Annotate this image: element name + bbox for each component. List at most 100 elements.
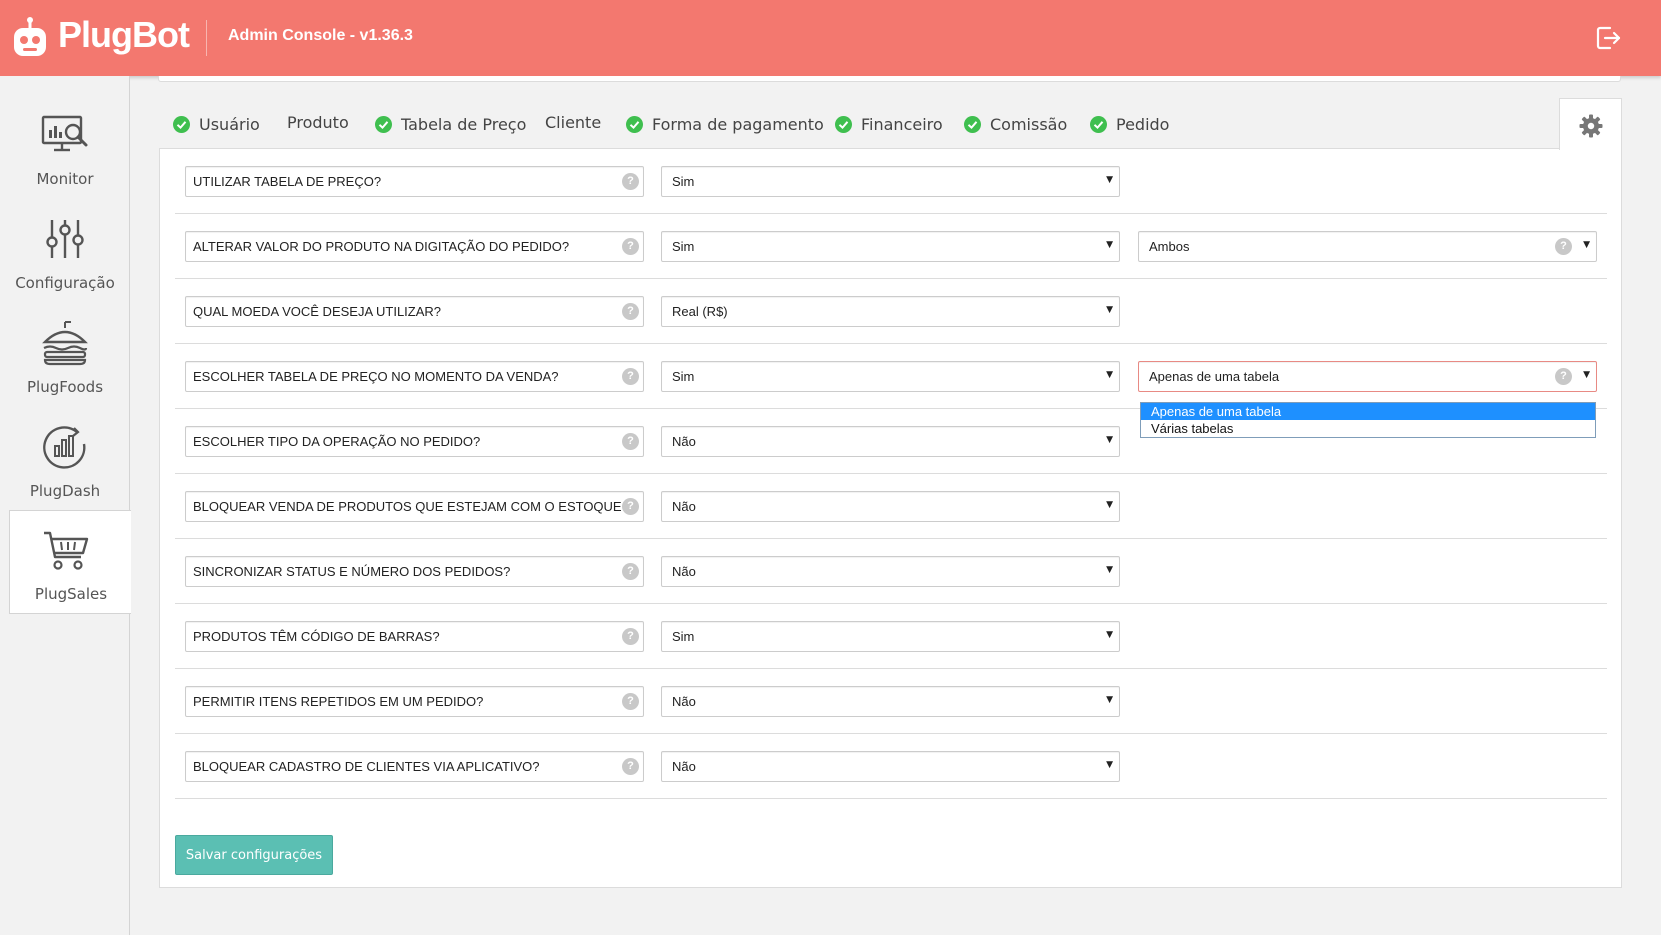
chevron-down-icon: ▼ [1583, 240, 1590, 250]
answer-select[interactable]: Não ▼ [661, 491, 1120, 522]
tab-bar: Usuário Produto Tabela de Preço Cliente … [160, 100, 1560, 148]
help-icon[interactable]: ? [622, 173, 639, 190]
settings-panel: UTILIZAR TABELA DE PREÇO? ? Sim ▼ ALTERA… [159, 148, 1622, 888]
answer-select[interactable]: Sim ▼ [661, 166, 1120, 197]
setting-row: ESCOLHER TABELA DE PREÇO NO MOMENTO DA V… [175, 344, 1607, 409]
tab-cliente[interactable]: Cliente [545, 98, 601, 146]
save-settings-button[interactable]: Salvar configurações [175, 835, 333, 875]
sliders-icon [46, 220, 84, 258]
select-value: Sim [672, 629, 695, 644]
tab-forma-de-pagamento[interactable]: Forma de pagamento [626, 100, 824, 148]
check-circle-icon [1090, 115, 1107, 133]
help-icon[interactable]: ? [622, 758, 639, 775]
tab-label: Cliente [545, 112, 602, 132]
gear-icon [1579, 114, 1603, 138]
console-title: Admin Console - v1.36.3 [228, 27, 413, 44]
answer-select[interactable]: Não ▼ [661, 686, 1120, 717]
answer-select[interactable]: Não ▼ [661, 556, 1120, 587]
answer-select[interactable]: Sim ▼ [661, 231, 1120, 262]
help-icon[interactable]: ? [622, 563, 639, 580]
tab-financeiro[interactable]: Financeiro [835, 100, 943, 148]
tab-usuario[interactable]: Usuário [173, 100, 260, 148]
select-value: Não [672, 564, 696, 579]
logout-icon[interactable] [1594, 24, 1622, 52]
tab-produto[interactable]: Produto [287, 98, 349, 146]
help-icon[interactable]: ? [622, 238, 639, 255]
answer-select[interactable]: Sim ▼ [661, 361, 1120, 392]
sidebar-label-configuracao: Configuração [15, 274, 115, 292]
header-divider [206, 20, 207, 56]
tab-label: Forma de pagamento [652, 114, 824, 134]
question-field: PRODUTOS TÊM CÓDIGO DE BARRAS? ? [185, 621, 644, 652]
select-value: Não [672, 499, 696, 514]
help-icon[interactable]: ? [1555, 238, 1572, 255]
tab-label: Produto [287, 112, 349, 132]
help-icon[interactable]: ? [622, 303, 639, 320]
question-text: UTILIZAR TABELA DE PREÇO? [193, 174, 382, 189]
check-circle-icon [375, 115, 392, 133]
dropdown-option[interactable]: Várias tabelas [1141, 420, 1595, 437]
chevron-down-icon: ▼ [1106, 565, 1113, 575]
select-value: Real (R$) [672, 304, 728, 319]
question-field: ALTERAR VALOR DO PRODUTO NA DIGITAÇÃO DO… [185, 231, 644, 262]
question-field: SINCRONIZAR STATUS E NÚMERO DOS PEDIDOS?… [185, 556, 644, 587]
extra-option-select[interactable]: Apenas de uma tabela ? ▼ [1138, 361, 1597, 392]
help-icon[interactable]: ? [622, 368, 639, 385]
chevron-down-icon: ▼ [1583, 370, 1590, 380]
question-field: BLOQUEAR CADASTRO DE CLIENTES VIA APLICA… [185, 751, 644, 782]
question-text: ESCOLHER TABELA DE PREÇO NO MOMENTO DA V… [193, 369, 559, 384]
question-field: BLOQUEAR VENDA DE PRODUTOS QUE ESTEJAM C… [185, 491, 644, 522]
sidebar-item-plugdash[interactable]: PlugDash [0, 408, 130, 512]
question-field: PERMITIR ITENS REPETIDOS EM UM PEDIDO? ? [185, 686, 644, 717]
sidebar-item-configuracao[interactable]: Configuração [0, 200, 130, 304]
check-circle-icon [626, 115, 643, 133]
brand-logo-text: PlugBot [58, 14, 190, 55]
help-icon[interactable]: ? [622, 693, 639, 710]
sidebar-item-monitor[interactable]: Monitor [0, 96, 130, 200]
burger-icon [42, 321, 88, 366]
question-text: BLOQUEAR VENDA DE PRODUTOS QUE ESTEJAM C… [193, 499, 622, 514]
dropdown-list: Apenas de uma tabela Várias tabelas [1140, 402, 1596, 438]
tab-label: Comissão [990, 114, 1068, 134]
chevron-down-icon: ▼ [1106, 175, 1113, 185]
sidebar: Monitor Configuração PlugFoods PlugDash … [0, 76, 131, 935]
help-icon[interactable]: ? [622, 628, 639, 645]
chevron-down-icon: ▼ [1106, 305, 1113, 315]
answer-select[interactable]: Não ▼ [661, 426, 1120, 457]
tab-comissao[interactable]: Comissão [964, 100, 1067, 148]
select-value: Sim [672, 174, 695, 189]
dropdown-option[interactable]: Apenas de uma tabela [1141, 403, 1595, 420]
tab-tabela-de-preco[interactable]: Tabela de Preço [375, 100, 526, 148]
help-icon[interactable]: ? [1555, 368, 1572, 385]
help-icon[interactable]: ? [622, 498, 639, 515]
sidebar-label-plugfoods: PlugFoods [26, 378, 104, 396]
shopping-cart-icon [44, 531, 89, 570]
select-value: Sim [672, 239, 695, 254]
answer-select[interactable]: Real (R$) ▼ [661, 296, 1120, 327]
tab-label: Usuário [199, 114, 260, 134]
sidebar-label-plugdash: PlugDash [29, 482, 101, 500]
chevron-down-icon: ▼ [1106, 240, 1113, 250]
chevron-down-icon: ▼ [1106, 435, 1113, 445]
question-field: ESCOLHER TIPO DA OPERAÇÃO NO PEDIDO? ? [185, 426, 644, 457]
chevron-down-icon: ▼ [1106, 370, 1113, 380]
select-value: Apenas de uma tabela [1149, 369, 1280, 384]
chevron-down-icon: ▼ [1106, 695, 1113, 705]
question-field: UTILIZAR TABELA DE PREÇO? ? [185, 166, 644, 197]
question-text: PERMITIR ITENS REPETIDOS EM UM PEDIDO? [193, 694, 484, 709]
tab-pedido[interactable]: Pedido [1090, 100, 1169, 148]
help-icon[interactable]: ? [622, 433, 639, 450]
answer-select[interactable]: Sim ▼ [661, 621, 1120, 652]
sidebar-item-plugsales[interactable]: PlugSales [9, 510, 131, 614]
answer-select[interactable]: Não ▼ [661, 751, 1120, 782]
monitor-chart-icon [41, 115, 88, 152]
setting-row: ALTERAR VALOR DO PRODUTO NA DIGITAÇÃO DO… [175, 214, 1607, 279]
tab-label: Financeiro [861, 114, 943, 134]
select-value: Sim [672, 369, 695, 384]
select-value: Não [672, 434, 696, 449]
chevron-down-icon: ▼ [1106, 630, 1113, 640]
settings-tab[interactable] [1559, 98, 1622, 150]
robot-logo-icon [14, 17, 46, 56]
sidebar-item-plugfoods[interactable]: PlugFoods [0, 304, 130, 408]
extra-option-select[interactable]: Ambos ? ▼ [1138, 231, 1597, 262]
